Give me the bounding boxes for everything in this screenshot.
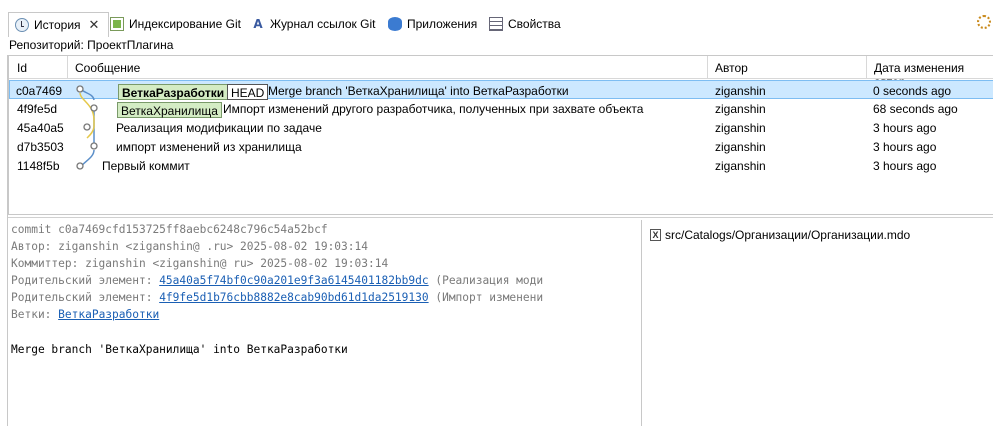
changed-file-path: src/Catalogs/Организации/Организации.mdo <box>665 228 911 242</box>
graph-edge <box>79 92 95 139</box>
tab-git-staging[interactable]: Индексирование Git <box>110 13 241 35</box>
commit-date: 68 seconds ago <box>873 102 958 116</box>
tab-git-reflog[interactable]: A Журнал ссылок Git <box>251 13 375 35</box>
history-icon <box>15 18 29 32</box>
reflog-icon: A <box>253 17 263 31</box>
commit-message-text: Merge branch 'ВеткаХранилища' into Ветка… <box>11 343 348 356</box>
commit-message: Импорт изменений другого разработчика, п… <box>223 102 644 116</box>
commit-author: ziganshin <box>715 159 766 173</box>
graph-node <box>90 142 98 150</box>
xml-file-icon: X <box>650 229 661 241</box>
parent-label: Родительский элемент: <box>11 274 160 287</box>
column-separator[interactable] <box>67 56 68 79</box>
parent-label: Родительский элемент: <box>11 291 160 304</box>
commit-author: ziganshin <box>715 140 766 154</box>
view-tab-bar: История ✕ Индексирование Git A Журнал сс… <box>0 0 993 37</box>
horizontal-splitter[interactable] <box>8 217 993 218</box>
commit-author: ziganshin <box>715 121 766 135</box>
commit-graph <box>76 85 98 170</box>
commit-details-panel: commit c0a7469cfd153725ff8aebc6248c796c5… <box>8 220 640 426</box>
branch-link[interactable]: ВеткаРазработки <box>58 308 159 321</box>
branches-line: Ветки: ВеткаРазработки <box>11 308 159 321</box>
vertical-splitter[interactable] <box>641 220 642 426</box>
close-icon[interactable]: ✕ <box>89 17 100 33</box>
changed-file-item[interactable]: X src/Catalogs/Организации/Организации.m… <box>650 228 910 242</box>
commit-author: ziganshin <box>715 102 766 116</box>
commit-date: 3 hours ago <box>873 159 937 173</box>
commit-message: импорт изменений из хранилища <box>116 140 302 154</box>
parent-hash-link[interactable]: 45a40a5f74bf0c90a201e9f3a6145401182bb9dc <box>159 274 428 287</box>
commit-hash-line: commit c0a7469cfd153725ff8aebc6248c796c5… <box>11 223 328 236</box>
column-header-author[interactable]: Автор <box>715 61 748 75</box>
commit-date: 0 seconds ago <box>873 84 952 98</box>
branch-badge: ВеткаХранилища <box>117 102 222 118</box>
parent-description: (Реализация моди <box>428 274 544 287</box>
graph-node <box>76 162 84 170</box>
changed-files-panel: X src/Catalogs/Организации/Организации.m… <box>643 220 993 426</box>
branches-label: Ветки: <box>11 308 59 321</box>
git-staging-icon <box>110 17 124 31</box>
author-line: Автор: ziganshin <ziganshin@ .ru> 2025-0… <box>11 240 368 253</box>
table-row[interactable]: 4f9fe5d ВеткаХранилища Импорт изменений … <box>9 99 993 118</box>
tab-history-label: История <box>34 18 81 32</box>
tab-history[interactable]: История ✕ <box>8 12 109 37</box>
committer-line: Коммиттер: ziganshin <ziganshin@ ru> 202… <box>11 257 389 270</box>
table-row[interactable]: d7b3503 импорт изменений из хранилища zi… <box>9 137 993 156</box>
parent-line-1: Родительский элемент: 45a40a5f74bf0c90a2… <box>11 274 543 287</box>
graph-node <box>76 85 84 93</box>
column-header-message[interactable]: Сообщение <box>75 61 140 75</box>
commit-message: Реализация модификации по задаче <box>116 121 322 135</box>
toolbar-settings-icon[interactable] <box>977 15 991 29</box>
table-header: Id Сообщение Автор Дата изменения автор <box>9 56 993 89</box>
applications-icon <box>388 17 402 31</box>
parent-description: (Импорт изменени <box>428 291 544 304</box>
commit-date: 3 hours ago <box>873 121 937 135</box>
table-row[interactable]: 1148f5b Первый коммит ziganshin 3 hours … <box>9 156 993 175</box>
tab-properties[interactable]: Свойства <box>489 13 561 35</box>
tab-applications-label: Приложения <box>407 17 478 31</box>
head-badge: HEAD <box>227 84 269 100</box>
branch-badge: ВеткаРазработки <box>118 84 229 100</box>
tab-applications[interactable]: Приложения <box>388 13 477 35</box>
commit-date: 3 hours ago <box>873 140 937 154</box>
tab-properties-label: Свойства <box>508 17 561 31</box>
tab-git-reflog-label: Журнал ссылок Git <box>270 17 376 31</box>
column-separator[interactable] <box>866 56 867 79</box>
table-row[interactable]: c0a7469 ВеткаРазработки HEAD Merge branc… <box>9 80 993 100</box>
column-separator[interactable] <box>707 56 708 79</box>
commit-message: Merge branch 'ВеткаХранилища' into Ветка… <box>268 84 569 98</box>
graph-node <box>90 104 98 112</box>
commit-author: ziganshin <box>715 84 766 98</box>
commit-table: Id Сообщение Автор Дата изменения автор … <box>8 55 993 215</box>
tab-git-staging-label: Индексирование Git <box>129 17 241 31</box>
column-header-id[interactable]: Id <box>17 61 27 75</box>
table-row[interactable]: 45a40a5 Реализация модификации по задаче… <box>9 118 993 137</box>
repository-label: Репозиторий: ПроектПлагина <box>9 38 174 52</box>
graph-node <box>83 123 91 131</box>
properties-icon <box>489 17 503 31</box>
parent-hash-link[interactable]: 4f9fe5d1b76cbb8882e8cab90bd61d1da2519130 <box>159 291 428 304</box>
parent-line-2: Родительский элемент: 4f9fe5d1b76cbb8882… <box>11 291 543 304</box>
